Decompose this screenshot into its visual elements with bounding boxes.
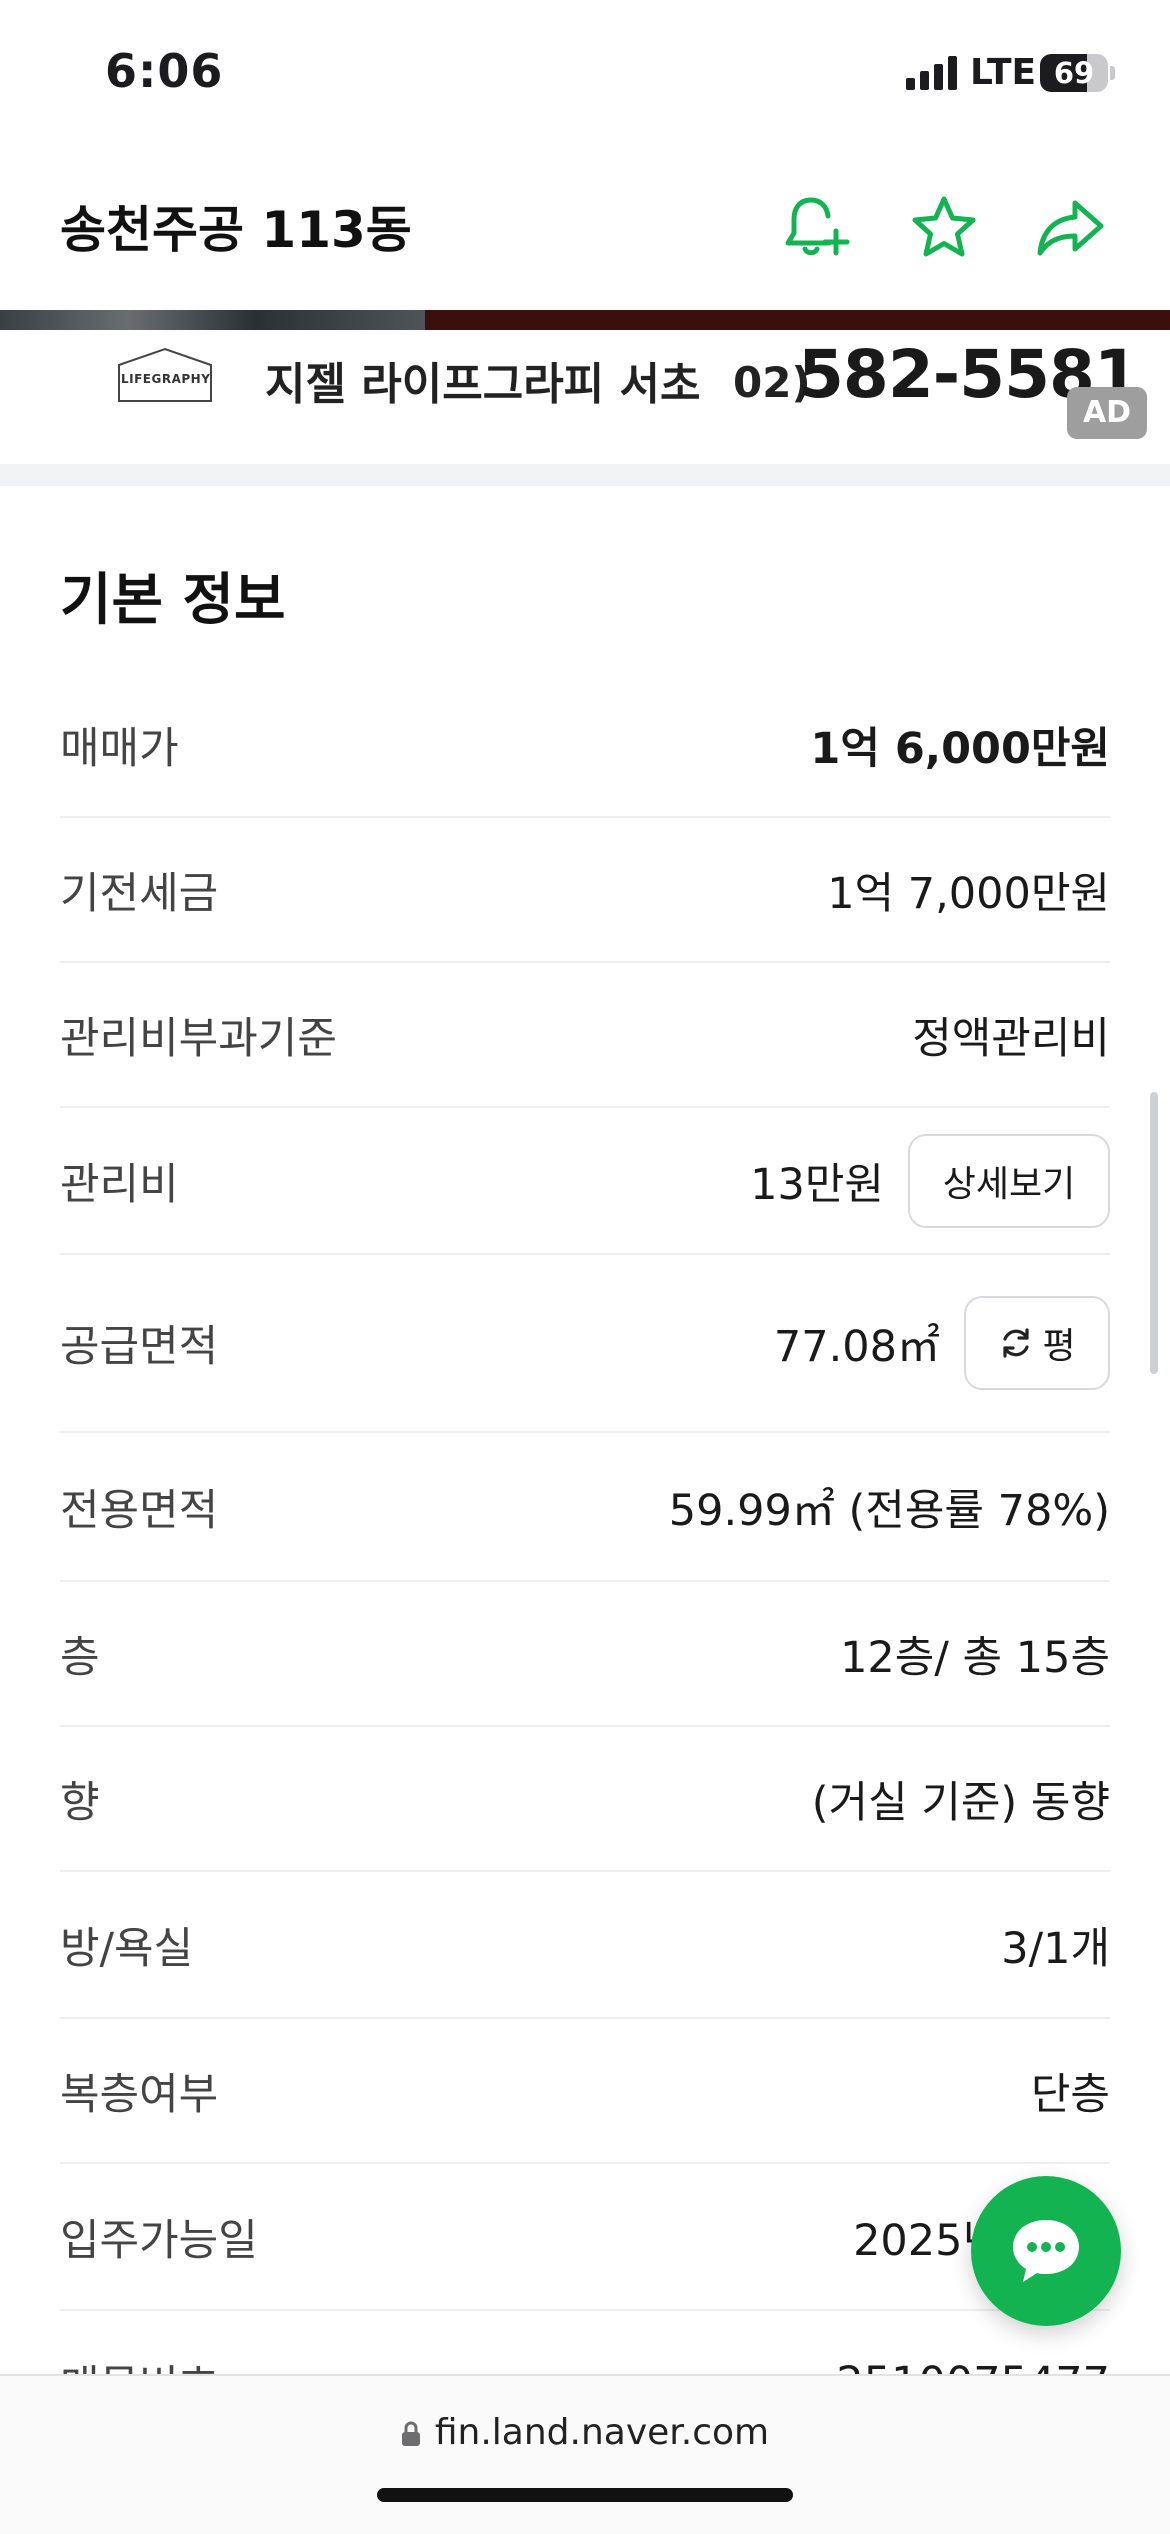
cellular-signal-icon xyxy=(906,56,957,90)
row-label: 공급면적 xyxy=(60,1322,219,1372)
info-row-maintenance-fee: 관리비 13만원 상세보기 xyxy=(60,1108,1110,1255)
info-row-move-in: 입주가능일 2025년 08월 xyxy=(60,2164,1110,2311)
star-icon[interactable] xyxy=(904,188,984,268)
row-value: 3/1개 xyxy=(1001,1923,1110,1974)
fee-detail-label: 상세보기 xyxy=(942,1163,1076,1205)
info-row-supply-area: 공급면적 77.08㎡ 평 xyxy=(60,1255,1110,1433)
url-field[interactable]: fin.land.naver.com xyxy=(0,2412,1170,2453)
network-type: LTE xyxy=(970,52,1037,93)
info-row-jeonse: 기전세금 1억 7,000만원 xyxy=(60,818,1110,963)
bell-plus-icon[interactable] xyxy=(776,188,856,268)
row-label: 전용면적 xyxy=(60,1485,219,1536)
info-row-direction: 향 (거실 기준) 동향 xyxy=(60,1727,1110,1872)
row-label: 입주가능일 xyxy=(60,2215,258,2266)
unit-toggle-button[interactable]: 평 xyxy=(964,1296,1110,1390)
ad-name: 지젤 라이프그라피 서초 xyxy=(265,359,701,410)
ad-logo-text: LIFEGRAPHY xyxy=(121,372,211,386)
row-label: 층 xyxy=(60,1632,100,1683)
chat-bubble-icon xyxy=(1013,2220,1079,2282)
battery-level: 69 xyxy=(1053,56,1095,90)
top-header: 송천주공 113동 xyxy=(0,150,1170,310)
ad-image-strip xyxy=(0,310,1170,330)
status-bar: 6:06 LTE 69 xyxy=(0,0,1170,150)
row-value: 단층 xyxy=(1030,2069,1110,2120)
section-title: 기본 정보 xyxy=(60,568,286,633)
row-label: 방/욕실 xyxy=(60,1923,194,1974)
row-value: 1억 6,000만원 xyxy=(810,723,1110,774)
row-value: 77.08㎡ xyxy=(773,1322,940,1372)
lock-icon xyxy=(401,2421,420,2446)
row-value: (거실 기준) 동향 xyxy=(811,1777,1110,1828)
chat-button[interactable] xyxy=(971,2176,1121,2326)
refresh-icon xyxy=(1003,1328,1030,1358)
unit-toggle-label: 평 xyxy=(1042,1326,1076,1367)
browser-bar: fin.land.naver.com xyxy=(0,2374,1170,2534)
row-label: 관리비부과기준 xyxy=(60,1013,337,1064)
fee-detail-button[interactable]: 상세보기 xyxy=(908,1133,1110,1228)
battery-icon: 69 xyxy=(1040,54,1108,92)
row-label: 매매가 xyxy=(60,723,179,774)
row-label: 향 xyxy=(60,1777,100,1828)
row-value: 12층/ 총 15층 xyxy=(840,1632,1110,1683)
row-value: 59.99㎡ (전용률 78%) xyxy=(668,1485,1110,1536)
ad-badge: AD xyxy=(1067,387,1147,439)
share-icon[interactable] xyxy=(1030,188,1110,268)
info-row-floor: 층 12층/ 총 15층 xyxy=(60,1582,1110,1727)
url-text: fin.land.naver.com xyxy=(434,2412,770,2453)
info-list: 매매가 1억 6,000만원 기전세금 1억 7,000만원 관리비부과기준 정… xyxy=(60,673,1110,2454)
row-label: 기전세금 xyxy=(60,868,219,919)
row-value: 13만원 xyxy=(750,1159,884,1210)
status-time: 6:06 xyxy=(105,44,224,98)
row-label: 관리비 xyxy=(60,1159,179,1210)
info-row-rooms: 방/욕실 3/1개 xyxy=(60,1872,1110,2019)
row-label: 복층여부 xyxy=(60,2069,219,2120)
row-value: 1억 7,000만원 xyxy=(827,868,1110,919)
home-indicator[interactable] xyxy=(377,2488,793,2502)
info-row-exclusive-area: 전용면적 59.99㎡ (전용률 78%) xyxy=(60,1433,1110,1582)
scrollbar[interactable] xyxy=(1150,1092,1158,1374)
battery-cap xyxy=(1110,66,1115,80)
info-row-price: 매매가 1억 6,000만원 xyxy=(60,673,1110,818)
page-title: 송천주공 113동 xyxy=(60,201,412,259)
info-row-fee-basis: 관리비부과기준 정액관리비 xyxy=(60,963,1110,1108)
info-row-duplex: 복층여부 단층 xyxy=(60,2019,1110,2164)
row-value: 정액관리비 xyxy=(912,1013,1110,1064)
ad-banner[interactable]: LIFEGRAPHY 지젤 라이프그라피 서초 02) 582-5581 AD xyxy=(0,330,1170,464)
section-divider xyxy=(0,464,1170,486)
